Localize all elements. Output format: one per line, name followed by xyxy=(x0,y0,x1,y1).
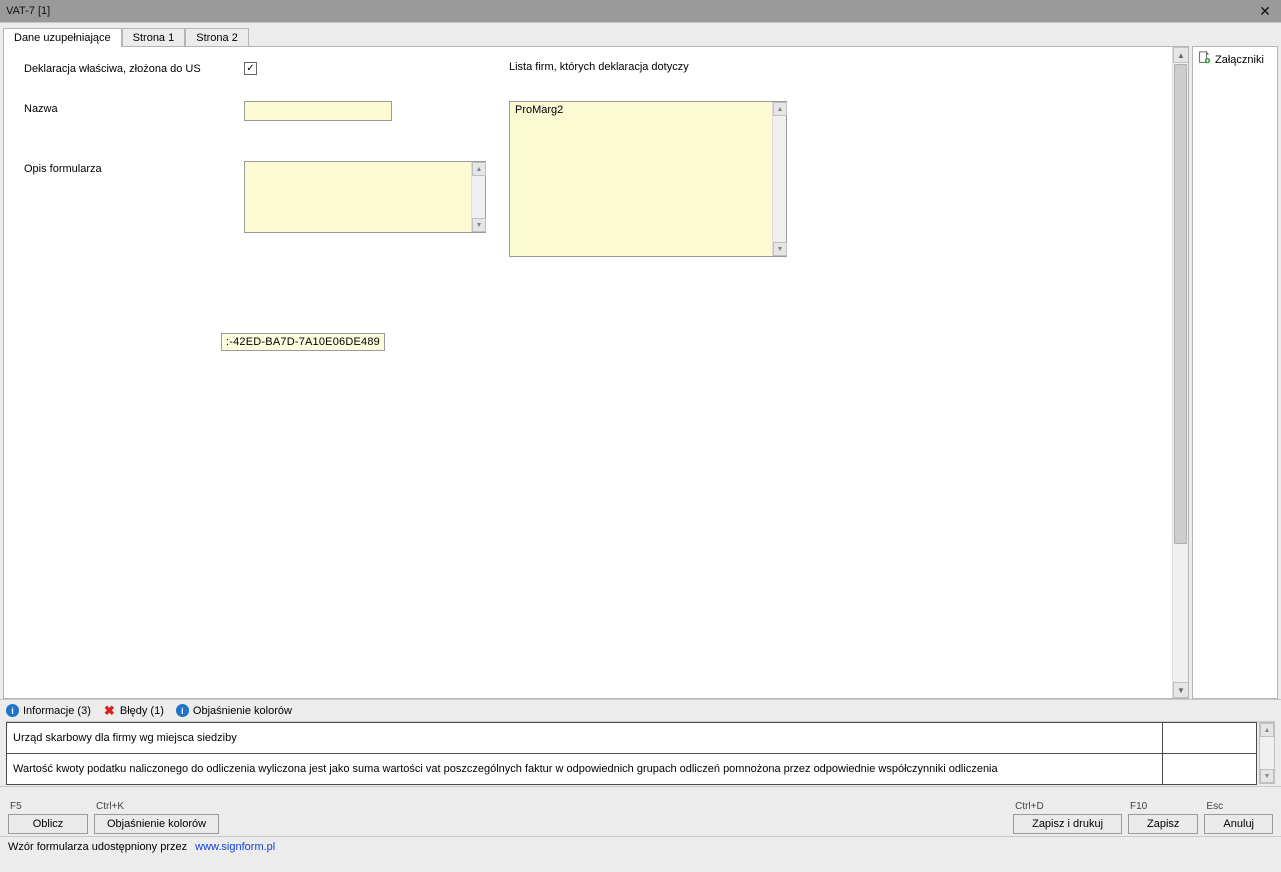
messages-pane: Urząd skarbowy dla firmy wg miejsca sied… xyxy=(6,721,1275,784)
right-column: Lista firm, których deklaracja dotyczy P… xyxy=(509,61,787,257)
shortcut-f10: F10 xyxy=(1128,801,1198,812)
chevron-down-icon[interactable]: ▼ xyxy=(1173,682,1189,698)
firms-scrollbar[interactable]: ▲ ▼ xyxy=(772,102,786,256)
tab-dane-uzupelniajace[interactable]: Dane uzupełniające xyxy=(3,28,122,47)
label-description: Opis formularza xyxy=(24,161,244,175)
close-icon[interactable]: ✕ xyxy=(1255,3,1275,20)
content-scrollbar[interactable]: ▲ ▼ xyxy=(1172,47,1188,698)
window-title: VAT-7 [1] xyxy=(6,5,50,17)
tab-legend[interactable]: i Objaśnienie kolorów xyxy=(176,704,292,717)
input-name[interactable] xyxy=(244,101,392,121)
textarea-description[interactable]: ▲ ▼ xyxy=(244,161,486,233)
tab-strona-2[interactable]: Strona 2 xyxy=(185,28,249,47)
chevron-up-icon[interactable]: ▲ xyxy=(1173,47,1189,63)
document-add-icon xyxy=(1197,51,1211,68)
cancel-button[interactable]: Anuluj xyxy=(1204,814,1273,834)
chevron-down-icon[interactable]: ▼ xyxy=(1260,769,1274,783)
tab-legend-label: Objaśnienie kolorów xyxy=(193,705,292,717)
error-icon: ✖ xyxy=(103,703,116,719)
col-save: F10 Zapisz xyxy=(1128,801,1198,834)
col-cancel: Esc Anuluj xyxy=(1204,801,1273,834)
label-name: Nazwa xyxy=(24,101,244,115)
label-declaration: Deklaracja właściwa, złożona do US xyxy=(24,61,244,75)
message-row[interactable]: Urząd skarbowy dla firmy wg miejsca sied… xyxy=(6,722,1163,754)
col-save-print: Ctrl+D Zapisz i drukuj xyxy=(1013,801,1122,834)
bottom-toolbar: F5 Oblicz Ctrl+K Objaśnienie kolorów Ctr… xyxy=(0,786,1281,836)
info-icon: i xyxy=(6,704,19,717)
col-oblicz: F5 Oblicz xyxy=(8,801,88,834)
side-panel: Załączniki xyxy=(1192,46,1278,699)
chevron-down-icon[interactable]: ▼ xyxy=(773,242,787,256)
firms-list[interactable]: ProMarg2 ▲ ▼ xyxy=(509,101,787,257)
col-legend: Ctrl+K Objaśnienie kolorów xyxy=(94,801,219,834)
tabs-and-content: Dane uzupełniające Strona 1 Strona 2 Dek… xyxy=(3,26,1189,699)
label-firms-list: Lista firm, których deklaracja dotyczy xyxy=(509,61,787,73)
attachments-button[interactable]: Załączniki xyxy=(1197,51,1273,68)
attachments-label: Załączniki xyxy=(1215,54,1264,66)
chevron-up-icon[interactable]: ▲ xyxy=(1260,723,1274,737)
footer-link[interactable]: www.signform.pl xyxy=(195,841,275,853)
message-cell xyxy=(1162,722,1257,754)
info-tabs: i Informacje (3) ✖ Błędy (1) i Objaśnien… xyxy=(0,699,1281,719)
tab-errors[interactable]: ✖ Błędy (1) xyxy=(103,703,164,719)
footer-prefix: Wzór formularza udostępniony przez xyxy=(8,841,187,853)
list-item[interactable]: ProMarg2 xyxy=(510,102,786,118)
oblicz-button[interactable]: Oblicz xyxy=(8,814,88,834)
scrollbar-thumb[interactable] xyxy=(1174,64,1187,544)
info-icon: i xyxy=(176,704,189,717)
shortcut-esc: Esc xyxy=(1204,801,1273,812)
legend-button[interactable]: Objaśnienie kolorów xyxy=(94,814,219,834)
message-row[interactable]: Wartość kwoty podatku naliczonego do odl… xyxy=(6,753,1163,785)
desc-scrollbar[interactable]: ▲ ▼ xyxy=(471,162,485,232)
toolbar-left: F5 Oblicz Ctrl+K Objaśnienie kolorów xyxy=(8,789,219,834)
content-inner: Deklaracja właściwa, złożona do US ✓ Naz… xyxy=(4,47,1172,698)
shortcut-f5: F5 xyxy=(8,801,88,812)
tabbar: Dane uzupełniające Strona 1 Strona 2 xyxy=(3,26,1189,46)
messages-scrollbar[interactable]: ▲ ▼ xyxy=(1259,722,1275,784)
message-text: Wartość kwoty podatku naliczonego do odl… xyxy=(13,763,998,775)
titlebar: VAT-7 [1] ✕ xyxy=(0,0,1281,22)
checkbox-declaration[interactable]: ✓ xyxy=(244,62,257,75)
chevron-down-icon[interactable]: ▼ xyxy=(472,218,486,232)
content-pane: Deklaracja właściwa, złożona do US ✓ Naz… xyxy=(3,46,1189,699)
guid-display: :-42ED-BA7D-7A10E06DE489 xyxy=(221,333,385,351)
tab-errors-label: Błędy (1) xyxy=(120,705,164,717)
messages-right-col xyxy=(1163,722,1257,784)
message-cell xyxy=(1162,753,1257,785)
tab-info[interactable]: i Informacje (3) xyxy=(6,704,91,717)
footer: Wzór formularza udostępniony przez www.s… xyxy=(0,836,1281,856)
shortcut-ctrld: Ctrl+D xyxy=(1013,801,1122,812)
messages-list: Urząd skarbowy dla firmy wg miejsca sied… xyxy=(6,722,1163,784)
save-button[interactable]: Zapisz xyxy=(1128,814,1198,834)
main-area: Dane uzupełniające Strona 1 Strona 2 Dek… xyxy=(0,22,1281,699)
tab-strona-1[interactable]: Strona 1 xyxy=(122,28,186,47)
shortcut-ctrlk: Ctrl+K xyxy=(94,801,219,812)
chevron-up-icon[interactable]: ▲ xyxy=(472,162,486,176)
message-text: Urząd skarbowy dla firmy wg miejsca sied… xyxy=(13,732,237,744)
tab-info-label: Informacje (3) xyxy=(23,705,91,717)
chevron-up-icon[interactable]: ▲ xyxy=(773,102,787,116)
save-print-button[interactable]: Zapisz i drukuj xyxy=(1013,814,1122,834)
toolbar-right: Ctrl+D Zapisz i drukuj F10 Zapisz Esc An… xyxy=(1013,789,1273,834)
